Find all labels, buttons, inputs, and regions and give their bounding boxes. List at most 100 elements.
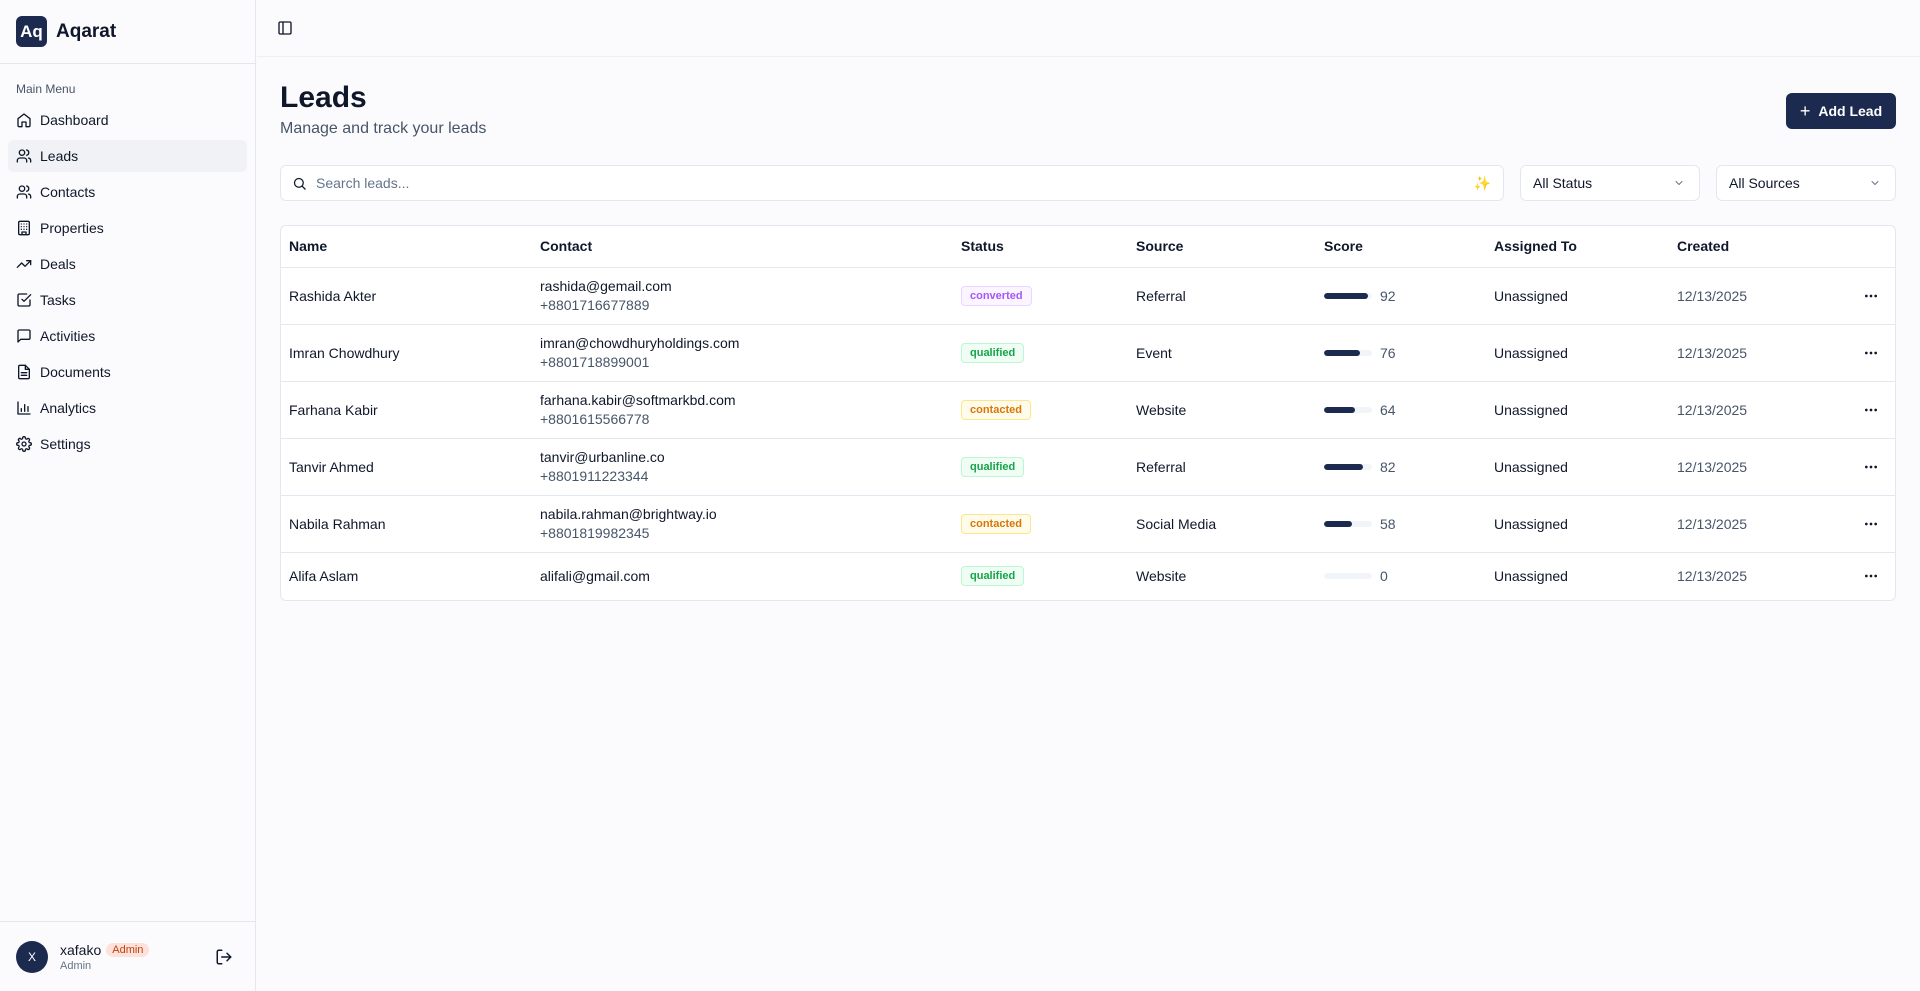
users-icon (16, 149, 32, 163)
sidebar-item-dashboard[interactable]: Dashboard (8, 104, 247, 136)
add-lead-label: Add Lead (1818, 103, 1883, 119)
file-text-icon (18, 364, 30, 380)
score-value: 92 (1380, 287, 1396, 304)
sidebar-item-leads[interactable]: Leads (8, 140, 247, 172)
lead-phone: +8801819982345 (540, 525, 650, 541)
column-header-actions (1829, 226, 1895, 268)
column-header-contact: Contact (532, 226, 953, 268)
table-row[interactable]: Tanvir Ahmed tanvir@urbanline.co +88019112… (281, 438, 1895, 496)
more-horizontal-icon[interactable] (1863, 345, 1879, 361)
sidebar-item-label: Contacts (40, 184, 96, 200)
sidebar-item-label: Dashboard (40, 112, 109, 128)
lead-email: farhana.kabir@softmarkbd.com (540, 392, 736, 408)
check-square-icon (17, 293, 32, 307)
lead-email: imran@chowdhuryholdings.com (540, 335, 740, 351)
sidebar-item-properties[interactable]: Properties (8, 212, 247, 244)
sidebar-item-label: Tasks (40, 292, 76, 308)
row-actions-cell (1829, 438, 1895, 496)
logout-icon[interactable] (215, 948, 233, 966)
source-filter-select[interactable]: All Sources (1716, 165, 1896, 201)
more-horizontal-icon[interactable] (1863, 459, 1879, 475)
lead-name: Farhana Kabir (281, 381, 532, 439)
more-horizontal-icon[interactable] (1863, 402, 1879, 418)
lead-score-cell: 82 (1316, 438, 1486, 496)
lead-assigned: Unassigned (1494, 568, 1568, 585)
table-row[interactable]: Imran Chowdhury imran@chowdhuryholdings.c… (281, 324, 1895, 382)
lead-email: tanvir@urbanline.co (540, 449, 665, 465)
lead-status-cell: qualified (953, 324, 1128, 382)
table-row[interactable]: Nabila Rahman nabila.rahman@brightway.io +… (281, 495, 1895, 553)
role-badge: Admin (106, 942, 150, 957)
score-fill (1324, 520, 1352, 527)
column-header-name: Name (281, 226, 532, 268)
lead-score-cell: 64 (1316, 381, 1486, 439)
lead-status-cell: converted (953, 267, 1128, 325)
chevron-down-icon (1871, 181, 1879, 185)
status-filter-select[interactable]: All Status (1520, 165, 1700, 201)
avatar[interactable]: X (16, 940, 48, 973)
score-fill (1324, 292, 1369, 299)
column-header-score: Score (1316, 226, 1486, 268)
user-profile: X xafako Admin Admin (0, 921, 255, 991)
row-actions-cell (1829, 552, 1895, 600)
lead-status-cell: qualified (953, 438, 1128, 496)
more-horizontal-icon[interactable] (1863, 288, 1879, 304)
table-row[interactable]: Rashida Akter rashida@gemail.com +88017166… (281, 267, 1895, 325)
lead-name: Nabila Rahman (281, 495, 532, 553)
lead-contact: rashida@gemail.com +8801716677889 (532, 267, 953, 325)
sidebar-toggle-icon[interactable] (277, 20, 293, 36)
search-icon (293, 177, 306, 190)
lead-email: alifali@gmail.com (540, 568, 650, 585)
sidebar-item-analytics[interactable]: Analytics (8, 392, 247, 424)
lead-assigned: Unassigned (1486, 324, 1669, 382)
table-header-row: Name Contact Status Source Score Assigned To C… (281, 226, 1895, 268)
sidebar-item-contacts[interactable]: Contacts (8, 176, 247, 208)
sidebar-item-settings[interactable]: Settings (8, 428, 247, 460)
row-actions-cell (1829, 267, 1895, 325)
score-value: 0 (1380, 568, 1388, 585)
score-value: 82 (1380, 458, 1396, 475)
brand[interactable]: Aq Aqarat (0, 0, 255, 64)
sidebar-item-activities[interactable]: Activities (8, 320, 247, 352)
score-bar (1324, 292, 1372, 299)
gear-icon (16, 436, 32, 452)
page-title: Leads (280, 81, 367, 114)
table-row[interactable]: Alifa Aslam alifali@gmail.com qualified Web… (281, 552, 1895, 600)
sidebar-item-tasks[interactable]: Tasks (8, 284, 247, 316)
sidebar-item-deals[interactable]: Deals (8, 248, 247, 280)
table-body: Rashida Akter rashida@gemail.com +88017166… (281, 267, 1895, 600)
row-actions-cell (1829, 495, 1895, 553)
sparkle-icon[interactable]: ✨ (1474, 175, 1491, 192)
sidebar-item-label: Properties (40, 220, 104, 236)
lead-score-cell: 0 (1316, 552, 1486, 600)
sidebar-item-documents[interactable]: Documents (8, 356, 247, 388)
lead-status-cell: contacted (953, 495, 1128, 553)
row-actions-cell (1829, 324, 1895, 382)
chevron-down-icon (1675, 181, 1683, 185)
status-badge: contacted (961, 399, 1031, 420)
lead-name: Alifa Aslam (289, 568, 359, 585)
lead-contact: imran@chowdhuryholdings.com +880171889900… (532, 324, 953, 382)
table-row[interactable]: Farhana Kabir farhana.kabir@softmarkbd.co… (281, 381, 1895, 439)
column-header-assigned-to: Assigned To (1486, 226, 1669, 268)
lead-assigned: Unassigned (1486, 267, 1669, 325)
sidebar-item-label: Activities (40, 328, 96, 344)
app-name: Aqarat (56, 20, 117, 42)
sidebar-item-label: Analytics (40, 400, 97, 416)
score-value: 76 (1380, 344, 1396, 361)
more-horizontal-icon[interactable] (1863, 516, 1879, 532)
status-badge: converted (961, 285, 1032, 306)
score-fill (1324, 463, 1364, 470)
menu-heading: Main Menu (16, 82, 76, 96)
app-logo: Aq (16, 16, 47, 47)
lead-name: Rashida Akter (281, 267, 532, 325)
message-square-icon (17, 329, 31, 343)
lead-name: Tanvir Ahmed (281, 438, 532, 496)
leads-table: Name Contact Status Source Score Assigned To C… (280, 225, 1896, 601)
more-horizontal-icon[interactable] (1863, 568, 1879, 584)
user-name-row: xafako Admin (60, 942, 150, 958)
plus-icon: + (1799, 101, 1811, 121)
add-lead-button[interactable]: + Add Lead (1786, 93, 1896, 129)
search-input[interactable] (316, 175, 1466, 191)
lead-created: 12/13/2025 (1669, 267, 1829, 325)
